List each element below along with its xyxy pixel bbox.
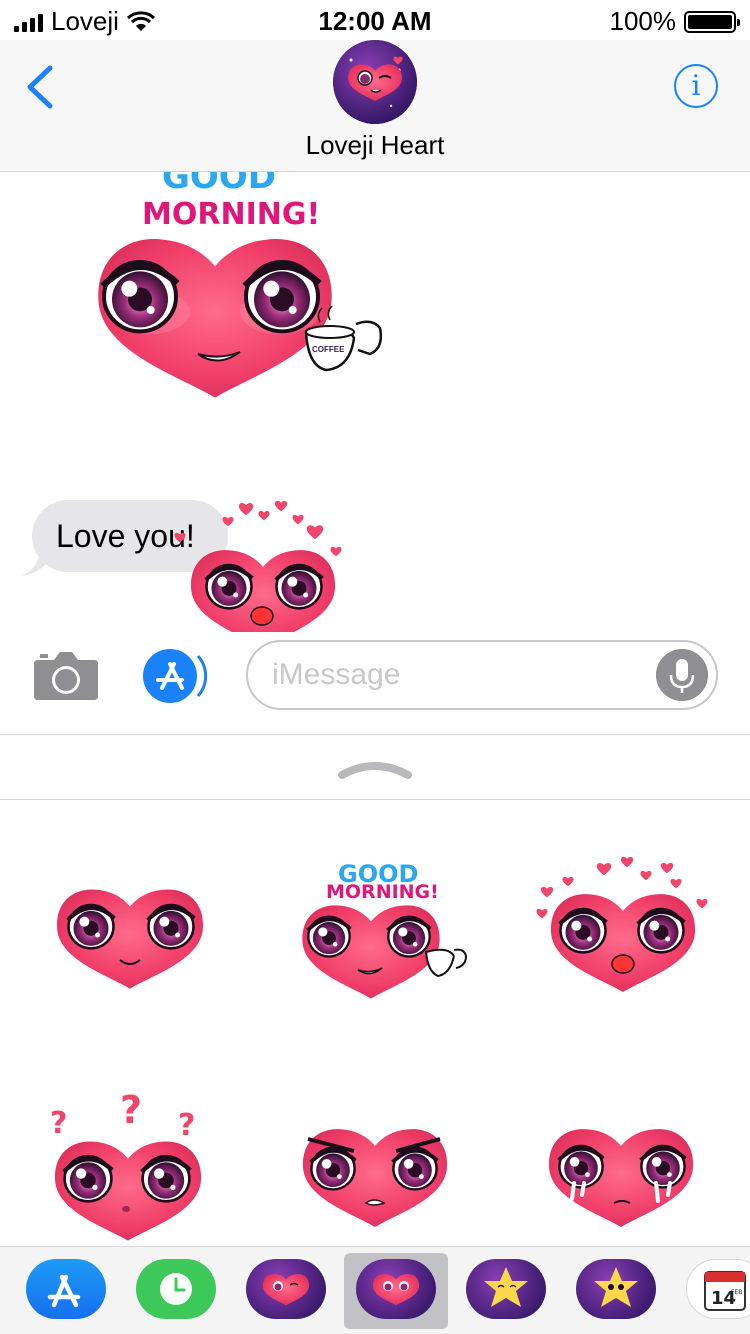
svg-text:COFFEE: COFFEE [312,345,345,354]
heart-wink-icon [333,40,417,124]
tray-loveji-star-wink[interactable] [466,1259,546,1319]
sticker-love-hearts[interactable] [166,498,356,632]
svg-text:?: ? [120,1088,142,1132]
app-store-icon[interactable] [140,648,212,704]
tray-app-store[interactable] [26,1259,106,1319]
tray-loveji-star[interactable] [576,1259,656,1319]
camera-icon[interactable] [34,648,98,700]
star-icon [594,1267,638,1307]
contact-avatar[interactable] [333,40,417,124]
message-input-placeholder: iMessage [272,658,401,691]
sticker-good-morning[interactable]: GOOD MORNING! COFFEE [80,172,400,402]
conversation-header: Loveji Heart i [0,40,750,172]
sticker-text-good: GOOD [162,172,276,197]
sticker-heart-love-hearts[interactable] [500,800,750,1023]
drawer-expand-handle[interactable] [0,734,750,800]
sticker-heart-good-morning[interactable]: GOOD MORNING! [250,800,500,1023]
compose-bar: iMessage [0,632,750,734]
star-wink-icon [484,1267,528,1307]
sticker-heart-confused[interactable]: ? ? ? [0,1023,250,1246]
status-right: 100% [609,6,740,37]
sticker-heart-smile[interactable] [0,800,250,1023]
app-tray: 14 FEB [0,1246,750,1334]
battery-icon [684,10,740,33]
tray-calendar-sticker[interactable]: 14 FEB [686,1259,750,1319]
app-store-icon [47,1274,81,1308]
clock-icon [160,1273,192,1305]
battery-percent: 100% [609,6,677,36]
svg-text:?: ? [178,1108,195,1143]
svg-text:?: ? [50,1106,67,1141]
microphone-icon[interactable] [656,649,708,701]
tray-loveji-heart-wink[interactable] [246,1259,326,1319]
heart-crying-icon [372,1273,420,1306]
message-thread: GOOD MORNING! COFFEE Love you! [0,172,750,632]
svg-text:MORNING!: MORNING! [326,881,439,903]
sticker-heart-crying[interactable] [500,1023,750,1246]
svg-text:FEB: FEB [731,1289,742,1296]
sticker-heart-angry[interactable] [250,1023,500,1246]
info-icon[interactable]: i [674,64,718,108]
chevron-left-icon[interactable] [20,62,60,112]
heart-wink-icon [262,1273,310,1306]
status-bar: Loveji 12:00 AM 100% [0,0,750,40]
tray-loveji-heart-crying[interactable] [356,1259,436,1319]
contact-name[interactable]: Loveji Heart [0,130,750,161]
calendar-icon: 14 FEB [704,1271,746,1311]
sticker-grid: GOOD MORNING! ? ? ? [0,800,750,1246]
chevron-up-icon[interactable] [338,759,412,779]
tray-recents[interactable] [136,1259,216,1319]
message-input[interactable]: iMessage [246,640,718,710]
sticker-text-morning: MORNING! [142,197,320,232]
